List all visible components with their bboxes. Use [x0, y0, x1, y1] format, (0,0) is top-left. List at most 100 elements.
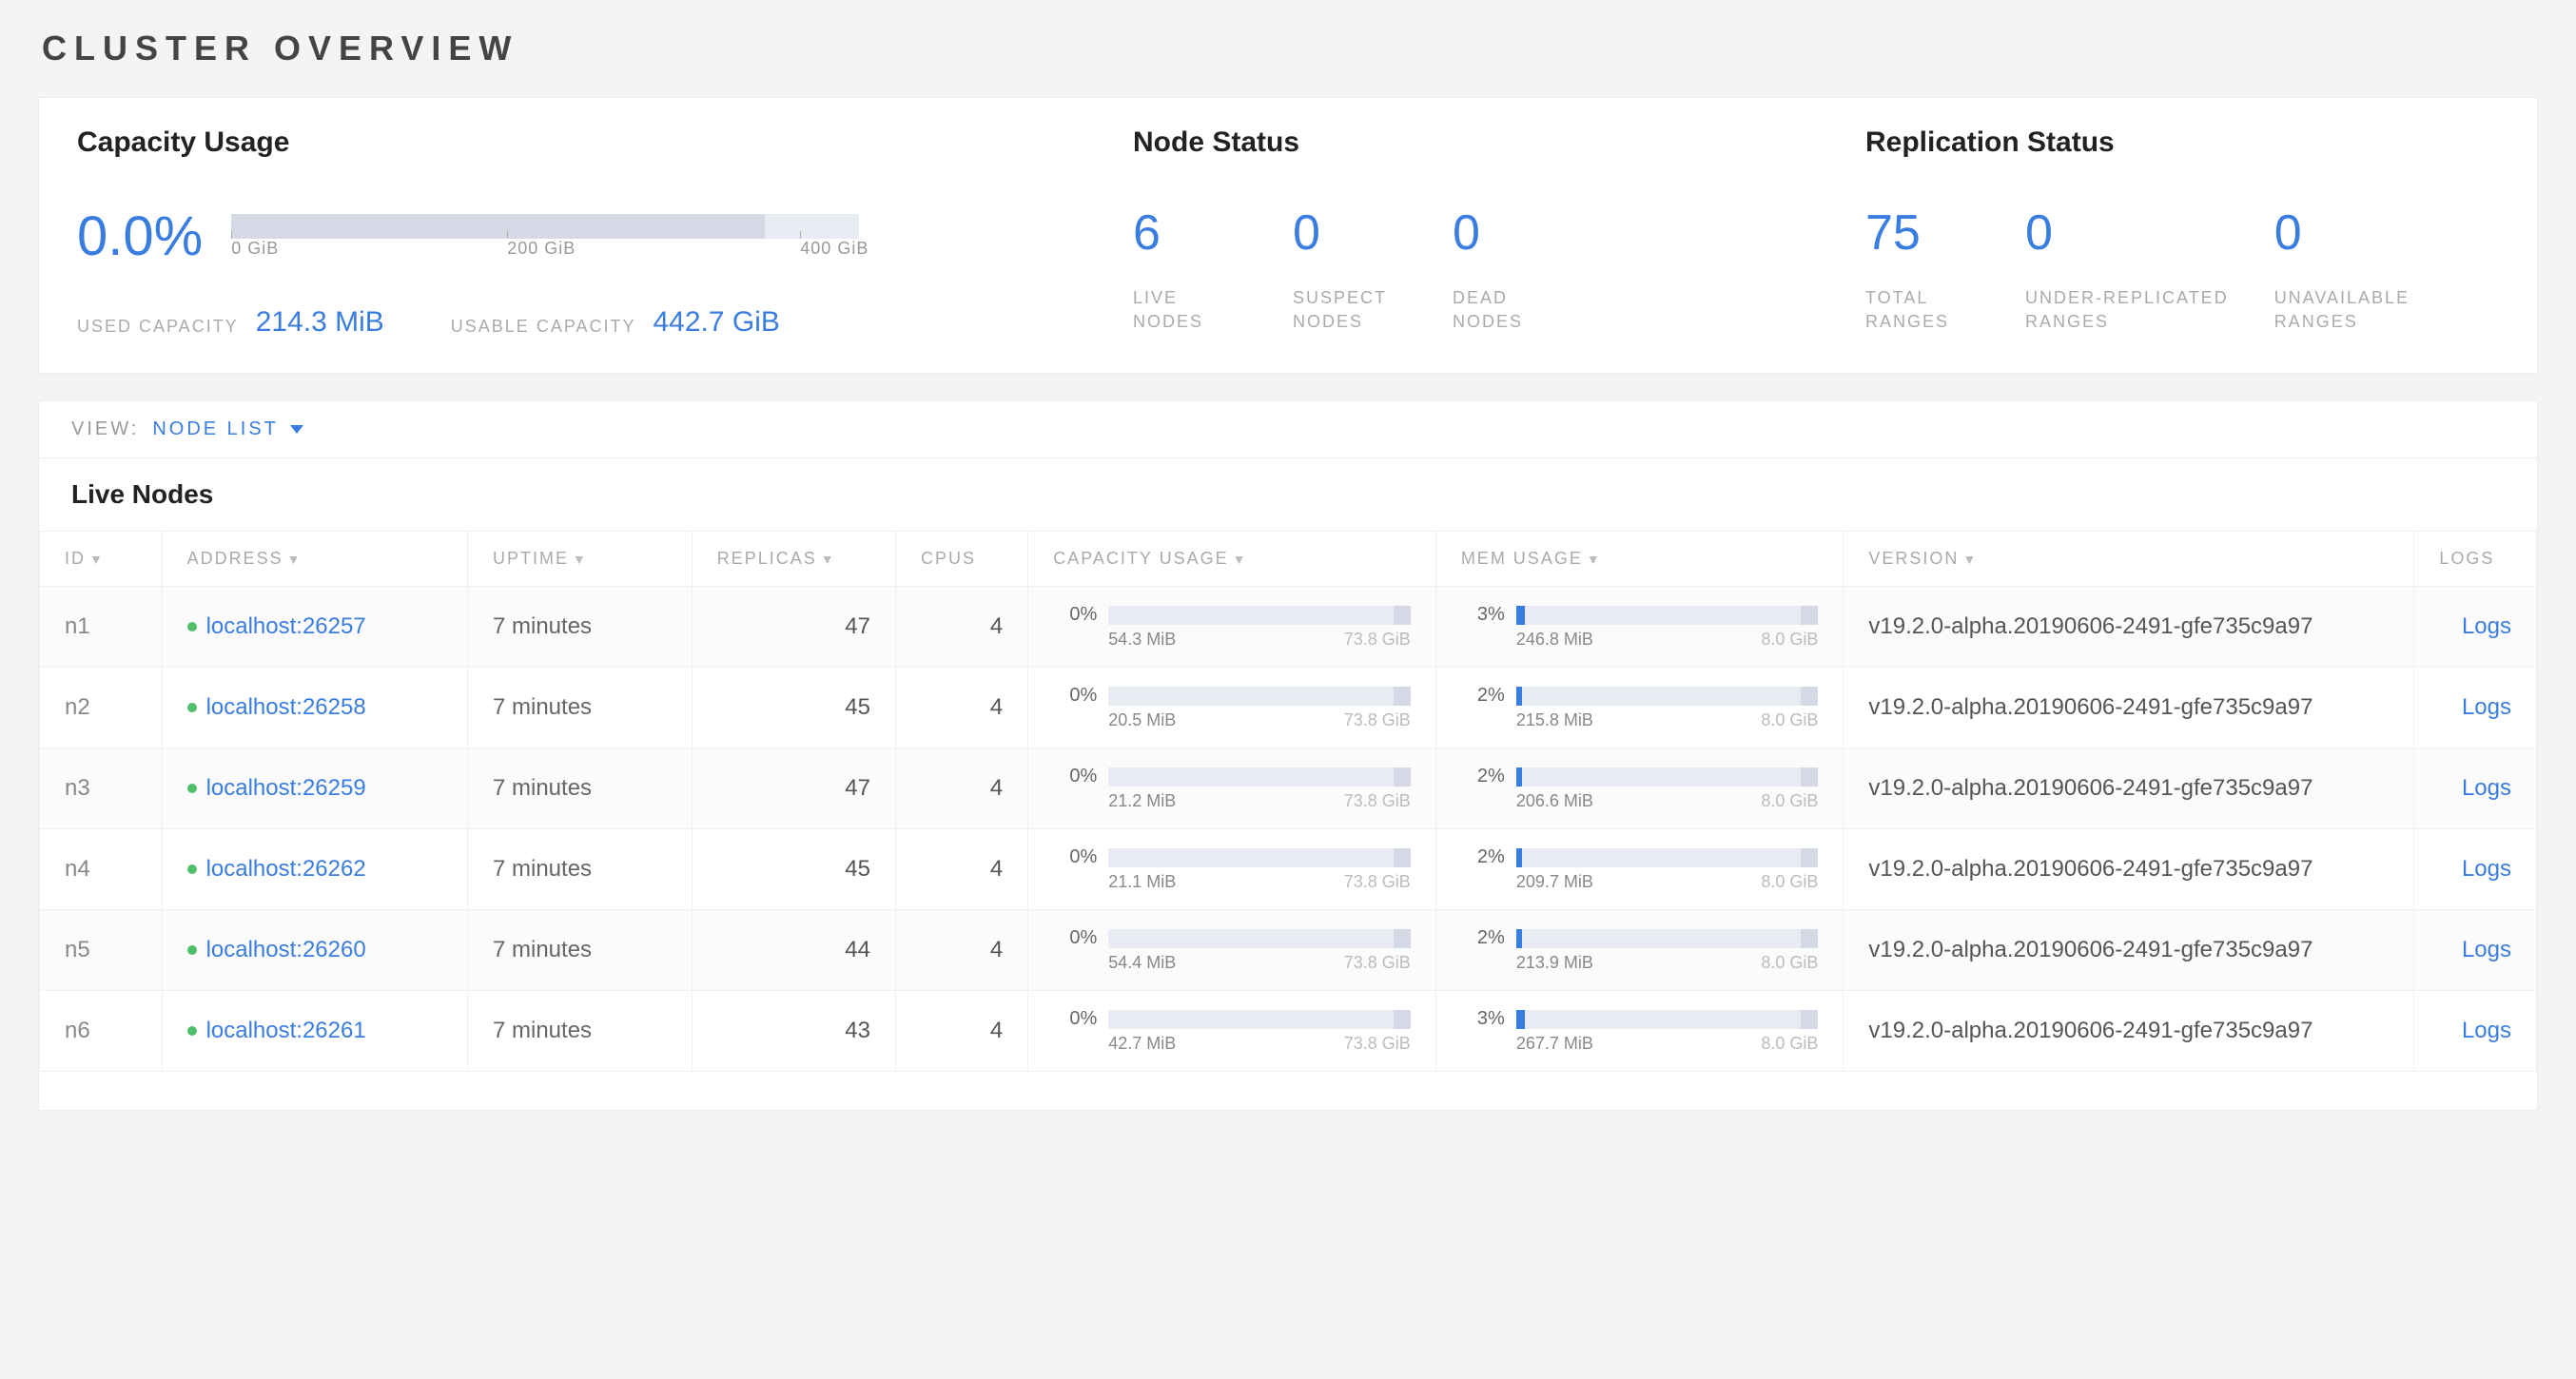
node-version: v19.2.0-alpha.20190606-2491-gfe735c9a97: [1844, 991, 2414, 1072]
node-address-cell: localhost:26260: [162, 910, 467, 991]
node-logs-cell: Logs: [2414, 748, 2537, 829]
view-label: VIEW:: [71, 418, 139, 440]
cap-used: 21.2 MiB: [1108, 791, 1176, 811]
mem-pct: 2%: [1461, 846, 1505, 868]
mem-pct: 2%: [1461, 927, 1505, 949]
cap-cell: 0%21.2 MiB73.8 GiB: [1028, 748, 1436, 829]
node-uptime: 7 minutes: [467, 991, 692, 1072]
status-dot-icon: [187, 622, 197, 631]
table-row: n5localhost:262607 minutes4440%54.4 MiB7…: [40, 910, 2537, 991]
col-uptime[interactable]: UPTIME▼: [467, 532, 692, 587]
mem-bar-used: [1516, 767, 1522, 787]
cap-bar: [1108, 1010, 1411, 1029]
node-version: v19.2.0-alpha.20190606-2491-gfe735c9a97: [1844, 748, 2414, 829]
live-nodes-title: Live Nodes: [39, 458, 2537, 531]
capacity-bar-fill: [231, 214, 765, 239]
col-address[interactable]: ADDRESS▼: [162, 532, 467, 587]
mem-bar-tail: [1801, 848, 1818, 867]
nodes-table: ID▼ ADDRESS▼ UPTIME▼ REPLICAS▼ CPUS CAPA…: [39, 531, 2537, 1072]
mem-bar: [1516, 767, 1819, 787]
view-selector[interactable]: NODE LIST: [152, 418, 303, 440]
view-value-text: NODE LIST: [152, 418, 279, 440]
table-row: n3localhost:262597 minutes4740%21.2 MiB7…: [40, 748, 2537, 829]
tick-1: 200 GiB: [507, 239, 576, 259]
cap-bar: [1108, 767, 1411, 787]
cap-total: 73.8 GiB: [1344, 953, 1411, 973]
node-status-value: 0: [1293, 204, 1407, 262]
cap-bar: [1108, 848, 1411, 867]
node-status-value: 0: [1453, 204, 1567, 262]
capacity-usage-section: Capacity Usage 0.0% 0 GiB 200 GiB 400 Gi…: [77, 126, 1123, 339]
col-capacity-usage[interactable]: CAPACITY USAGE▼: [1028, 532, 1436, 587]
mem-used: 213.9 MiB: [1516, 953, 1593, 973]
node-status-section: Node Status 6LIVENODES0SUSPECTNODES0DEAD…: [1133, 126, 1856, 339]
logs-link[interactable]: Logs: [2462, 694, 2511, 720]
node-status-item: 0 SUSPECTNODES: [1293, 204, 1407, 334]
mem-bar-tail: [1801, 606, 1818, 625]
logs-link[interactable]: Logs: [2462, 856, 2511, 882]
col-cpus[interactable]: CPUS: [895, 532, 1027, 587]
logs-link[interactable]: Logs: [2462, 775, 2511, 801]
node-address-cell: localhost:26259: [162, 748, 467, 829]
mem-cell: 2%213.9 MiB8.0 GiB: [1435, 910, 1844, 991]
logs-link[interactable]: Logs: [2462, 937, 2511, 962]
logs-link[interactable]: Logs: [2462, 1018, 2511, 1043]
node-replicas: 47: [692, 587, 895, 668]
overview-panel: Capacity Usage 0.0% 0 GiB 200 GiB 400 Gi…: [38, 97, 2538, 374]
cap-used: 20.5 MiB: [1108, 710, 1176, 730]
node-uptime: 7 minutes: [467, 910, 692, 991]
node-address-text: localhost:26260: [206, 937, 366, 963]
col-version[interactable]: VERSION▼: [1844, 532, 2414, 587]
node-status-label: SUSPECTNODES: [1293, 286, 1407, 334]
status-dot-icon: [187, 864, 197, 874]
mem-bar-used: [1516, 687, 1522, 706]
col-id[interactable]: ID▼: [40, 532, 163, 587]
status-dot-icon: [187, 945, 197, 955]
col-logs: LOGS: [2414, 532, 2537, 587]
replication-item: 75TOTALRANGES: [1865, 204, 1980, 334]
node-replicas: 45: [692, 668, 895, 748]
cap-pct: 0%: [1053, 846, 1097, 868]
node-id: n5: [40, 910, 163, 991]
mem-bar: [1516, 687, 1819, 706]
node-version: v19.2.0-alpha.20190606-2491-gfe735c9a97: [1844, 829, 2414, 910]
node-address-link[interactable]: localhost:26260: [187, 937, 442, 963]
mem-cell: 3%267.7 MiB8.0 GiB: [1435, 991, 1844, 1072]
mem-used: 246.8 MiB: [1516, 630, 1593, 650]
col-replicas[interactable]: REPLICAS▼: [692, 532, 895, 587]
node-id: n3: [40, 748, 163, 829]
node-version: v19.2.0-alpha.20190606-2491-gfe735c9a97: [1844, 910, 2414, 991]
mem-bar-tail: [1801, 1010, 1818, 1029]
cap-used: 21.1 MiB: [1108, 872, 1176, 892]
col-mem-usage[interactable]: MEM USAGE▼: [1435, 532, 1844, 587]
node-address-link[interactable]: localhost:26259: [187, 775, 442, 802]
node-replicas: 47: [692, 748, 895, 829]
cap-used: 54.4 MiB: [1108, 953, 1176, 973]
cap-bar-tail: [1394, 767, 1411, 787]
node-logs-cell: Logs: [2414, 587, 2537, 668]
cap-pct: 0%: [1053, 766, 1097, 787]
mem-total: 8.0 GiB: [1761, 1034, 1818, 1054]
cap-cell: 0%21.1 MiB73.8 GiB: [1028, 829, 1436, 910]
node-address-link[interactable]: localhost:26258: [187, 694, 442, 721]
capacity-percent: 0.0%: [77, 204, 203, 268]
cap-pct: 0%: [1053, 1008, 1097, 1030]
node-address-link[interactable]: localhost:26261: [187, 1018, 442, 1044]
node-address-link[interactable]: localhost:26262: [187, 856, 442, 883]
mem-pct: 2%: [1461, 766, 1505, 787]
node-cpus: 4: [895, 748, 1027, 829]
mem-bar: [1516, 929, 1819, 948]
mem-pct: 2%: [1461, 685, 1505, 707]
mem-bar-used: [1516, 929, 1522, 948]
node-logs-cell: Logs: [2414, 829, 2537, 910]
replication-label: TOTALRANGES: [1865, 286, 1980, 334]
logs-link[interactable]: Logs: [2462, 613, 2511, 639]
node-address-text: localhost:26261: [206, 1018, 366, 1044]
cap-total: 73.8 GiB: [1344, 710, 1411, 730]
cap-used: 54.3 MiB: [1108, 630, 1176, 650]
node-address-link[interactable]: localhost:26257: [187, 613, 442, 640]
usable-capacity-label: USABLE CAPACITY: [451, 315, 636, 339]
capacity-heading: Capacity Usage: [77, 126, 1123, 159]
mem-bar-tail: [1801, 929, 1818, 948]
capacity-bar: [231, 214, 859, 239]
